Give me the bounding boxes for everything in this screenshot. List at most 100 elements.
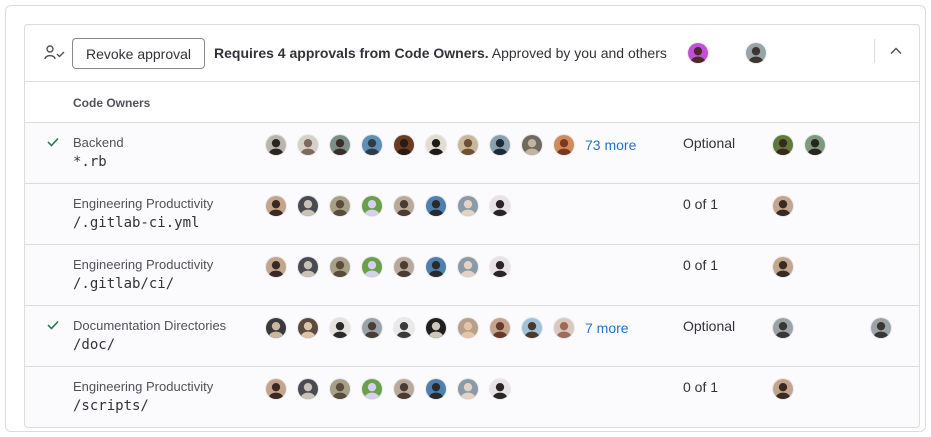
approver-avatar[interactable] bbox=[687, 42, 709, 64]
code-owner-avatar[interactable] bbox=[457, 256, 479, 278]
avatar-image bbox=[426, 318, 446, 338]
code-owner-avatar[interactable] bbox=[265, 195, 287, 217]
code-owner-avatar[interactable] bbox=[457, 378, 479, 400]
approved-by-avatars bbox=[772, 195, 804, 217]
approval-widget-outer: Revoke approval Requires 4 approvals fro… bbox=[5, 5, 926, 432]
avatar-image bbox=[458, 379, 478, 399]
approver-avatar[interactable] bbox=[745, 42, 768, 64]
chevron-up-icon[interactable] bbox=[885, 40, 907, 62]
code-owner-avatar[interactable] bbox=[265, 317, 287, 339]
code-owner-avatar[interactable] bbox=[393, 256, 415, 278]
code-owner-avatar[interactable] bbox=[297, 195, 319, 217]
approval-user-check-icon bbox=[44, 45, 65, 60]
avatar-image bbox=[426, 135, 446, 155]
code-owner-avatar[interactable] bbox=[329, 195, 351, 217]
avatar-image bbox=[773, 318, 793, 338]
code-owner-avatar[interactable] bbox=[393, 134, 415, 156]
avatar-image bbox=[266, 257, 286, 277]
code-owner-avatar[interactable] bbox=[297, 134, 319, 156]
code-owner-avatar[interactable] bbox=[553, 317, 575, 339]
code-owner-avatar[interactable] bbox=[297, 256, 319, 278]
code-owner-avatar[interactable] bbox=[489, 378, 511, 400]
approved-by-avatars bbox=[772, 317, 804, 339]
avatar-image bbox=[330, 135, 350, 155]
code-owner-avatar[interactable] bbox=[489, 317, 511, 339]
avatar-image bbox=[362, 379, 382, 399]
code-owner-avatars: 73 more bbox=[265, 134, 636, 156]
code-owner-avatar[interactable] bbox=[329, 134, 351, 156]
code-owner-avatar[interactable] bbox=[265, 134, 287, 156]
code-owner-avatar[interactable] bbox=[297, 317, 319, 339]
code-owner-avatar[interactable] bbox=[457, 195, 479, 217]
code-owner-avatar[interactable] bbox=[361, 378, 383, 400]
avatar-image bbox=[458, 196, 478, 216]
avatar-image bbox=[746, 43, 767, 63]
more-owners-link[interactable]: 73 more bbox=[585, 137, 636, 153]
code-owner-avatar[interactable] bbox=[393, 195, 415, 217]
code-owner-row: Engineering Productivity/scripts/0 of 1 bbox=[25, 367, 919, 427]
code-owner-avatar[interactable] bbox=[425, 256, 447, 278]
code-owner-avatar[interactable] bbox=[329, 256, 351, 278]
code-owner-avatar[interactable] bbox=[361, 195, 383, 217]
code-owner-avatar[interactable] bbox=[361, 134, 383, 156]
approved-by-avatar[interactable] bbox=[772, 134, 794, 156]
code-owner-path: /.gitlab-ci.yml bbox=[73, 215, 200, 231]
code-owner-avatars: 7 more bbox=[265, 317, 629, 339]
code-owner-avatar[interactable] bbox=[489, 256, 511, 278]
avatar-image bbox=[490, 196, 510, 216]
avatar-image bbox=[490, 379, 510, 399]
code-owner-avatar[interactable] bbox=[425, 317, 447, 339]
check-icon bbox=[47, 320, 59, 330]
avatar-image bbox=[266, 379, 286, 399]
approved-by-avatar[interactable] bbox=[772, 317, 794, 339]
avatar-image bbox=[330, 379, 350, 399]
code-owner-section-name: Backend bbox=[73, 135, 124, 150]
code-owner-avatar[interactable] bbox=[265, 378, 287, 400]
avatar-image bbox=[522, 135, 542, 155]
code-owners-column-header: Code Owners bbox=[25, 83, 919, 123]
avatar-image bbox=[266, 318, 286, 338]
approved-by-avatar[interactable] bbox=[870, 317, 892, 339]
code-owner-avatar[interactable] bbox=[425, 134, 447, 156]
code-owner-avatar[interactable] bbox=[393, 378, 415, 400]
code-owner-avatar[interactable] bbox=[457, 134, 479, 156]
code-owner-avatar[interactable] bbox=[265, 256, 287, 278]
approved-by-avatars bbox=[772, 378, 804, 400]
revoke-approval-button[interactable]: Revoke approval bbox=[72, 38, 205, 69]
code-owner-avatar[interactable] bbox=[361, 317, 383, 339]
code-owner-avatar[interactable] bbox=[329, 378, 351, 400]
approved-by-avatar[interactable] bbox=[772, 378, 794, 400]
avatar-image bbox=[773, 379, 793, 399]
code-owner-avatar[interactable] bbox=[297, 378, 319, 400]
approved-by-avatars bbox=[772, 134, 836, 156]
code-owner-avatar[interactable] bbox=[521, 134, 543, 156]
code-owner-avatar[interactable] bbox=[521, 317, 543, 339]
approved-by-avatar[interactable] bbox=[772, 256, 794, 278]
more-owners-link[interactable]: 7 more bbox=[585, 320, 629, 336]
avatar-image bbox=[871, 318, 891, 338]
code-owner-path: /doc/ bbox=[73, 337, 116, 353]
avatar-image bbox=[362, 196, 382, 216]
code-owner-avatar[interactable] bbox=[457, 317, 479, 339]
code-owner-avatar[interactable] bbox=[361, 256, 383, 278]
code-owner-avatar[interactable] bbox=[425, 195, 447, 217]
approval-status: 0 of 1 bbox=[683, 379, 719, 395]
code-owner-avatar[interactable] bbox=[393, 317, 415, 339]
avatar-image bbox=[688, 43, 708, 63]
code-owner-section-name: Engineering Productivity bbox=[73, 196, 214, 211]
code-owner-avatar[interactable] bbox=[489, 134, 511, 156]
avatar-image bbox=[805, 135, 825, 155]
code-owner-avatar[interactable] bbox=[489, 195, 511, 217]
header-divider bbox=[874, 39, 875, 63]
requirement-rest: Approved by you and others bbox=[491, 45, 667, 61]
code-owner-section-name: Engineering Productivity bbox=[73, 379, 214, 394]
approved-by-avatar[interactable] bbox=[804, 134, 826, 156]
approved-by-avatar[interactable] bbox=[772, 195, 794, 217]
code-owner-avatar[interactable] bbox=[553, 134, 575, 156]
avatar-image bbox=[330, 318, 350, 338]
code-owner-avatar[interactable] bbox=[329, 317, 351, 339]
approval-header: Revoke approval Requires 4 approvals fro… bbox=[25, 25, 919, 82]
avatar-image bbox=[490, 257, 510, 277]
code-owner-avatar[interactable] bbox=[425, 378, 447, 400]
approval-status: Optional bbox=[683, 318, 736, 334]
